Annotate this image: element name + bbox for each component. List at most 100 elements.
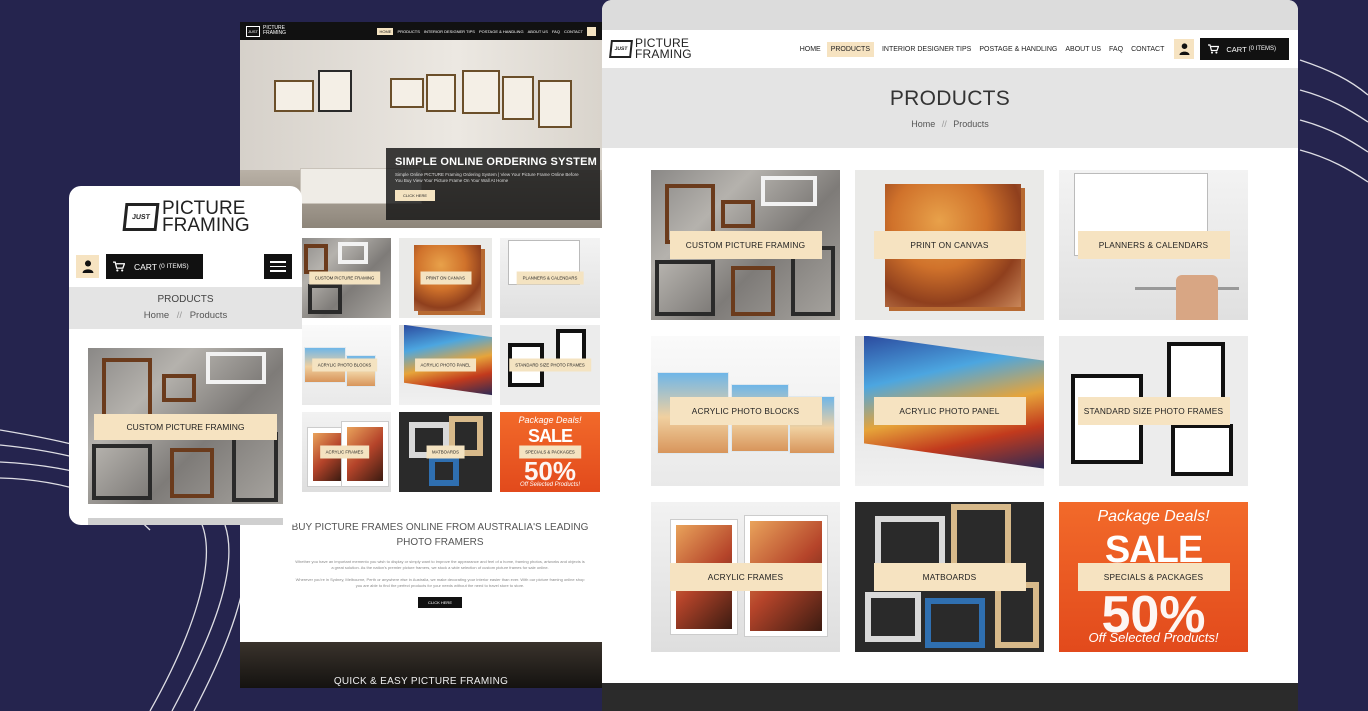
- mobile-breadcrumb-separator: //: [176, 310, 183, 321]
- tile-acrylic-frames[interactable]: ACRYLIC FRAMES: [651, 502, 840, 652]
- account-button[interactable]: [1174, 39, 1195, 59]
- nav-faq[interactable]: FAQ: [1109, 46, 1123, 53]
- home-tile-canvas[interactable]: PRINT ON CANVAS: [399, 238, 492, 318]
- home-logo-line2: FRAMING: [263, 30, 287, 36]
- mobile-breadcrumb-home[interactable]: Home: [144, 310, 169, 321]
- home-sale-line1: Package Deals!: [518, 415, 582, 426]
- breadcrumb-separator: //: [941, 119, 947, 129]
- home-logo[interactable]: JUST PICTURE FRAMING: [246, 25, 287, 37]
- home-sale-line2: SALE: [527, 426, 573, 447]
- breadcrumb: Home // Products: [602, 119, 1298, 129]
- home-nav-tips[interactable]: INTERIOR DESIGNER TIPS: [424, 29, 475, 34]
- tile-specials-packages[interactable]: Package Deals! SALE 50% Off Selected Pro…: [1059, 502, 1248, 652]
- hero-overlay: SIMPLE ONLINE ORDERING SYSTEM Simple Onl…: [386, 148, 600, 220]
- mobile-cart-button[interactable]: CART (0 ITEMS): [106, 254, 203, 279]
- home-tile-matboards[interactable]: MATBOARDS: [399, 412, 492, 492]
- tile-label: STANDARD SIZE PHOTO FRAMES: [1077, 397, 1230, 425]
- tile-label: PRINT ON CANVAS: [873, 231, 1026, 259]
- home-logo-mark: JUST: [246, 25, 260, 37]
- mobile-account-button[interactable]: [76, 255, 99, 278]
- home-sale-line4: Off Selected Products!: [519, 482, 581, 488]
- nav-interior-designer-tips[interactable]: INTERIOR DESIGNER TIPS: [882, 46, 971, 53]
- tile-custom-picture-framing[interactable]: CUSTOM PICTURE FRAMING: [651, 170, 840, 320]
- tile-acrylic-photo-blocks[interactable]: ACRYLIC PHOTO BLOCKS: [651, 336, 840, 486]
- nav-postage-handling[interactable]: POSTAGE & HANDLING: [979, 46, 1057, 53]
- home-nav-home[interactable]: HOME: [377, 27, 394, 35]
- cart-label: CART: [1226, 44, 1247, 54]
- mobile-breadcrumb: Home // Products: [69, 310, 302, 321]
- nav-home[interactable]: HOME: [800, 46, 821, 53]
- home-tile-label: SPECIALS & PACKAGES: [519, 445, 581, 459]
- tile-standard-size-photo-frames[interactable]: STANDARD SIZE PHOTO FRAMES: [1059, 336, 1248, 486]
- home-paragraph-2: Wherever you're in Sydney, Melbourne, Pe…: [295, 577, 585, 588]
- home-paragraph-1: Whether you have an important memento yo…: [295, 559, 585, 570]
- tile-matboards[interactable]: MATBOARDS: [855, 502, 1044, 652]
- home-tile-acrylic-panel[interactable]: ACRYLIC PHOTO PANEL: [399, 325, 492, 405]
- cart-button[interactable]: CART (0 ITEMS): [1200, 38, 1289, 60]
- sale-line1: Package Deals!: [1097, 508, 1210, 525]
- home-nav-contact[interactable]: CONTACT: [564, 29, 583, 34]
- nav-about-us[interactable]: ABOUT US: [1065, 46, 1101, 53]
- mobile-cart-label: CART: [134, 261, 157, 272]
- mobile-breadcrumb-current: Products: [189, 310, 228, 321]
- home-tile-standard-frames[interactable]: STANDARD SIZE PHOTO FRAMES: [500, 325, 600, 405]
- home-tile-label: STANDARD SIZE PHOTO FRAMES: [509, 358, 591, 372]
- page-title: PRODUCTS: [889, 87, 1011, 110]
- mobile-page-title: PRODUCTS: [157, 294, 214, 305]
- home-tile-custom-framing[interactable]: CUSTOM PICTURE FRAMING: [298, 238, 391, 318]
- home-tile-planners[interactable]: PLANNERS & CALENDARS: [500, 238, 600, 318]
- home-tile-acrylic-blocks[interactable]: ACRYLIC PHOTO BLOCKS: [298, 325, 391, 405]
- browser-chrome-bar: [602, 0, 1298, 30]
- hero-subtitle: Simple Online PICTURE Framing Ordering S…: [395, 172, 579, 183]
- home-intro-section: BUY PICTURE FRAMES ONLINE FROM AUSTRALIA…: [280, 520, 600, 609]
- cart-count: (0 ITEMS): [1248, 46, 1276, 52]
- nav-products[interactable]: PRODUCTS: [826, 41, 874, 57]
- user-icon: [1179, 43, 1190, 55]
- breadcrumb-home[interactable]: Home: [911, 119, 935, 129]
- gallery-artwork: [318, 70, 352, 112]
- tile-label: MATBOARDS: [873, 563, 1026, 591]
- home-tile-label: ACRYLIC FRAMES: [319, 445, 370, 459]
- mobile-tile-custom-picture-framing[interactable]: CUSTOM PICTURE FRAMING: [88, 348, 283, 504]
- home-tile-label: ACRYLIC PHOTO BLOCKS: [311, 358, 378, 372]
- mobile-title-banner: PRODUCTS Home // Products: [69, 287, 302, 329]
- home-click-here-button[interactable]: CLICK HERE: [417, 597, 462, 608]
- site-logo[interactable]: JUST PICTURE FRAMING: [609, 37, 692, 60]
- cart-icon: [113, 261, 125, 272]
- site-header: JUST PICTURE FRAMING HOME PRODUCTS INTER…: [602, 30, 1298, 68]
- mobile-tile-label: CUSTOM PICTURE FRAMING: [94, 414, 277, 440]
- mobile-logo-mark: JUST: [122, 203, 160, 231]
- gallery-artwork: [426, 74, 456, 112]
- mobile-logo[interactable]: JUST PICTURE FRAMING: [122, 199, 250, 235]
- gallery-artwork: [502, 76, 534, 120]
- nav-contact[interactable]: CONTACT: [1131, 46, 1164, 53]
- home-tile-label: PRINT ON CANVAS: [420, 271, 471, 285]
- home-nav-about[interactable]: ABOUT US: [528, 29, 548, 34]
- tile-label: ACRYLIC PHOTO PANEL: [873, 397, 1026, 425]
- tile-print-on-canvas[interactable]: PRINT ON CANVAS: [855, 170, 1044, 320]
- home-nav-postage[interactable]: POSTAGE & HANDLING: [479, 29, 524, 34]
- mobile-cart-count: (0 ITEMS): [159, 263, 189, 270]
- home-bottom-title: QUICK & EASY PICTURE FRAMING: [333, 676, 509, 687]
- home-heading: BUY PICTURE FRAMES ONLINE FROM AUSTRALIA…: [291, 522, 589, 548]
- tile-acrylic-photo-panel[interactable]: ACRYLIC PHOTO PANEL: [855, 336, 1044, 486]
- tile-label: PLANNERS & CALENDARS: [1077, 231, 1230, 259]
- tile-label: ACRYLIC FRAMES: [669, 563, 822, 591]
- home-tile-specials[interactable]: Package Deals! SALE 50% Off Selected Pro…: [500, 412, 600, 492]
- home-nav: HOME PRODUCTS INTERIOR DESIGNER TIPS POS…: [377, 26, 596, 36]
- site-footer: [602, 683, 1298, 711]
- home-nav-products[interactable]: PRODUCTS: [397, 29, 419, 34]
- breadcrumb-current: Products: [953, 119, 989, 129]
- sale-line4: Off Selected Products!: [1088, 629, 1219, 645]
- hero-click-here-button[interactable]: CLICK HERE: [395, 190, 436, 201]
- hamburger-menu-icon[interactable]: [264, 254, 292, 279]
- home-tile-acrylic-frames[interactable]: ACRYLIC FRAMES: [298, 412, 391, 492]
- home-tile-label: ACRYLIC PHOTO PANEL: [414, 358, 477, 372]
- home-user-icon[interactable]: [587, 26, 596, 36]
- tile-planners-calendars[interactable]: PLANNERS & CALENDARS: [1059, 170, 1248, 320]
- gallery-artwork: [538, 80, 572, 128]
- home-nav-faq[interactable]: FAQ: [552, 29, 560, 34]
- home-bottom-banner: QUICK & EASY PICTURE FRAMING: [240, 642, 602, 688]
- gallery-artwork: [390, 78, 424, 108]
- home-header: JUST PICTURE FRAMING HOME PRODUCTS INTERI…: [240, 22, 602, 40]
